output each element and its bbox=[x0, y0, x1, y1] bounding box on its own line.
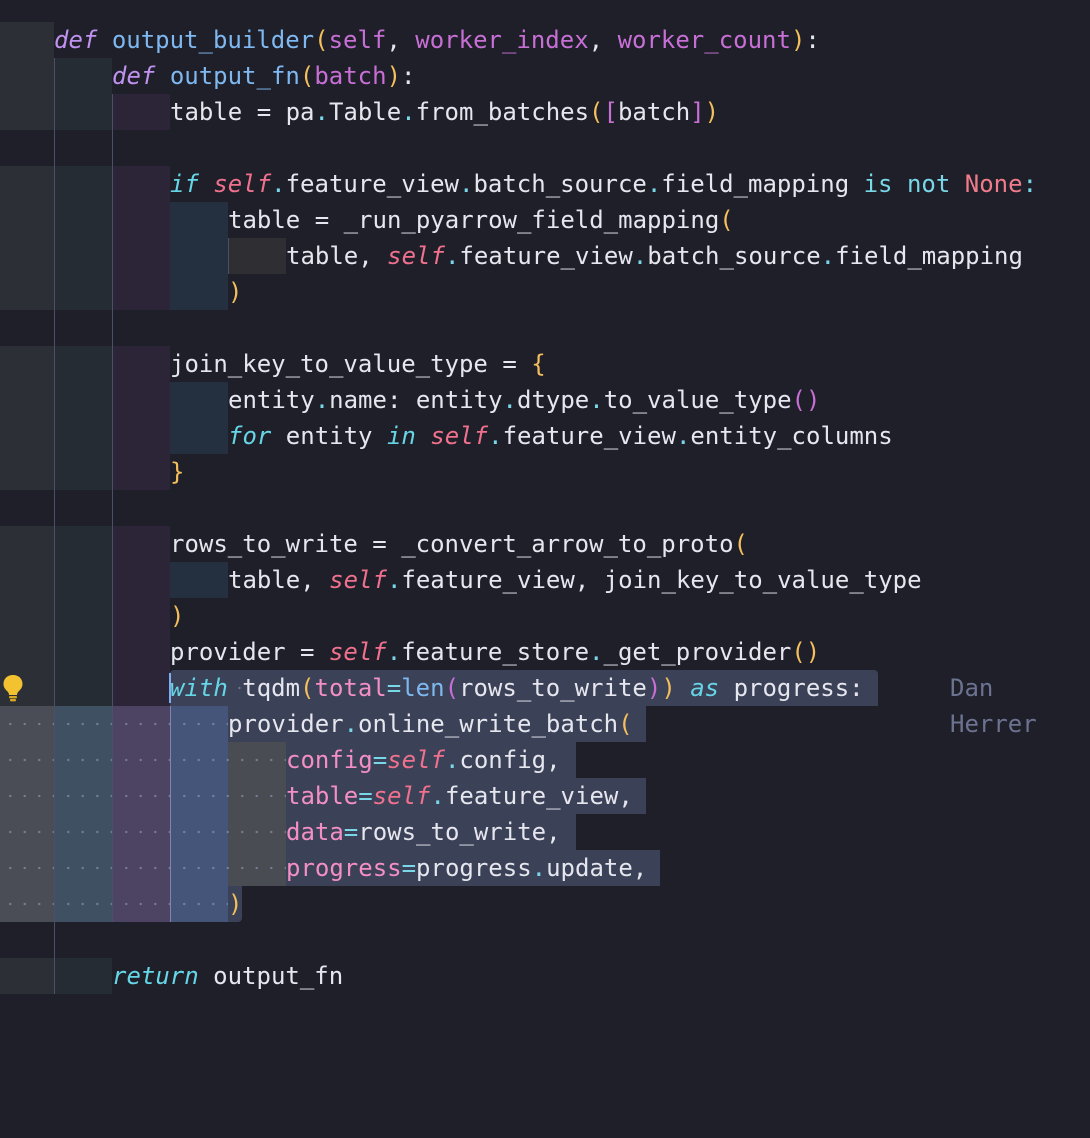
code-text: data=rows_to_write, bbox=[286, 818, 561, 846]
indent-guide bbox=[54, 58, 55, 994]
code-text: rows_to_write = _convert_arrow_to_proto( bbox=[170, 530, 748, 558]
code-text: table, self.feature_view.batch_source.fi… bbox=[286, 242, 1023, 270]
code-text: table, self.feature_view, join_key_to_va… bbox=[228, 566, 922, 594]
code-line-1: def output_builder(self, worker_index, w… bbox=[0, 22, 1090, 58]
code-text: for entity in self.feature_view.entity_c… bbox=[228, 422, 893, 450]
code-line-18: provider = self.feature_store._get_provi… bbox=[0, 634, 1090, 670]
code-line-17: ) bbox=[0, 598, 1090, 634]
code-text: progress=progress.update, bbox=[286, 854, 648, 882]
code-text: if self.feature_view.batch_source.field_… bbox=[170, 170, 1038, 198]
code-text: config=self.config, bbox=[286, 746, 561, 774]
code-line-22: table=self.feature_view, bbox=[0, 778, 1090, 814]
code-line-6: table = _run_pyarrow_field_mapping( bbox=[0, 202, 1090, 238]
code-line-21: config=self.config, bbox=[0, 742, 1090, 778]
code-editor[interactable]: def output_builder(self, worker_index, w… bbox=[0, 0, 1090, 1016]
code-line-23: data=rows_to_write, bbox=[0, 814, 1090, 850]
lightbulb-icon[interactable] bbox=[2, 674, 24, 708]
code-text: def output_fn(batch): bbox=[112, 62, 416, 90]
indent-guide-active bbox=[170, 706, 171, 922]
code-text: ) bbox=[170, 602, 185, 630]
indent-guide bbox=[112, 94, 113, 922]
code-text: table=self.feature_view, bbox=[286, 782, 633, 810]
code-line-25: ) bbox=[0, 886, 1090, 922]
code-text: return output_fn bbox=[112, 962, 344, 990]
text-cursor bbox=[169, 673, 171, 703]
code-line-10: join_key_to_value_type = { bbox=[0, 346, 1090, 382]
code-line-16: table, self.feature_view, join_key_to_va… bbox=[0, 562, 1090, 598]
code-line-3: table = pa.Table.from_batches([batch]) bbox=[0, 94, 1090, 130]
code-text: with tqdm(total=len(rows_to_write)) as p… bbox=[170, 674, 864, 702]
code-text: def output_builder(self, worker_index, w… bbox=[54, 26, 820, 54]
code-text: join_key_to_value_type = { bbox=[170, 350, 546, 378]
code-line-8: ) bbox=[0, 274, 1090, 310]
code-text: ) bbox=[228, 278, 243, 306]
code-text: table = pa.Table.from_batches([batch]) bbox=[170, 98, 720, 126]
code-text: provider = self.feature_store._get_provi… bbox=[170, 638, 821, 666]
code-line-13: } bbox=[0, 454, 1090, 490]
code-text: ) bbox=[228, 890, 243, 918]
code-line-7: table, self.feature_view.batch_source.fi… bbox=[0, 238, 1090, 274]
code-line-12: for entity in self.feature_view.entity_c… bbox=[0, 418, 1090, 454]
code-text: } bbox=[170, 458, 185, 486]
code-line-11: entity.name: entity.dtype.to_value_type(… bbox=[0, 382, 1090, 418]
code-line-27: return output_fn bbox=[0, 958, 1090, 994]
code-text: provider.online_write_batch( bbox=[228, 710, 633, 738]
code-text: entity.name: entity.dtype.to_value_type(… bbox=[228, 386, 821, 414]
code-text: table = _run_pyarrow_field_mapping( bbox=[228, 206, 734, 234]
code-line-20: provider.online_write_batch( bbox=[0, 706, 1090, 742]
indent-guide bbox=[228, 238, 229, 274]
code-line-2: def output_fn(batch): bbox=[0, 58, 1090, 94]
code-line-5: if self.feature_view.batch_source.field_… bbox=[0, 166, 1090, 202]
code-line-19: with tqdm(total=len(rows_to_write)) as p… bbox=[0, 670, 1090, 706]
inline-blame-annotation[interactable]: Dan Herrer bbox=[950, 670, 1090, 742]
code-line-15: rows_to_write = _convert_arrow_to_proto( bbox=[0, 526, 1090, 562]
code-line-24: progress=progress.update, bbox=[0, 850, 1090, 886]
